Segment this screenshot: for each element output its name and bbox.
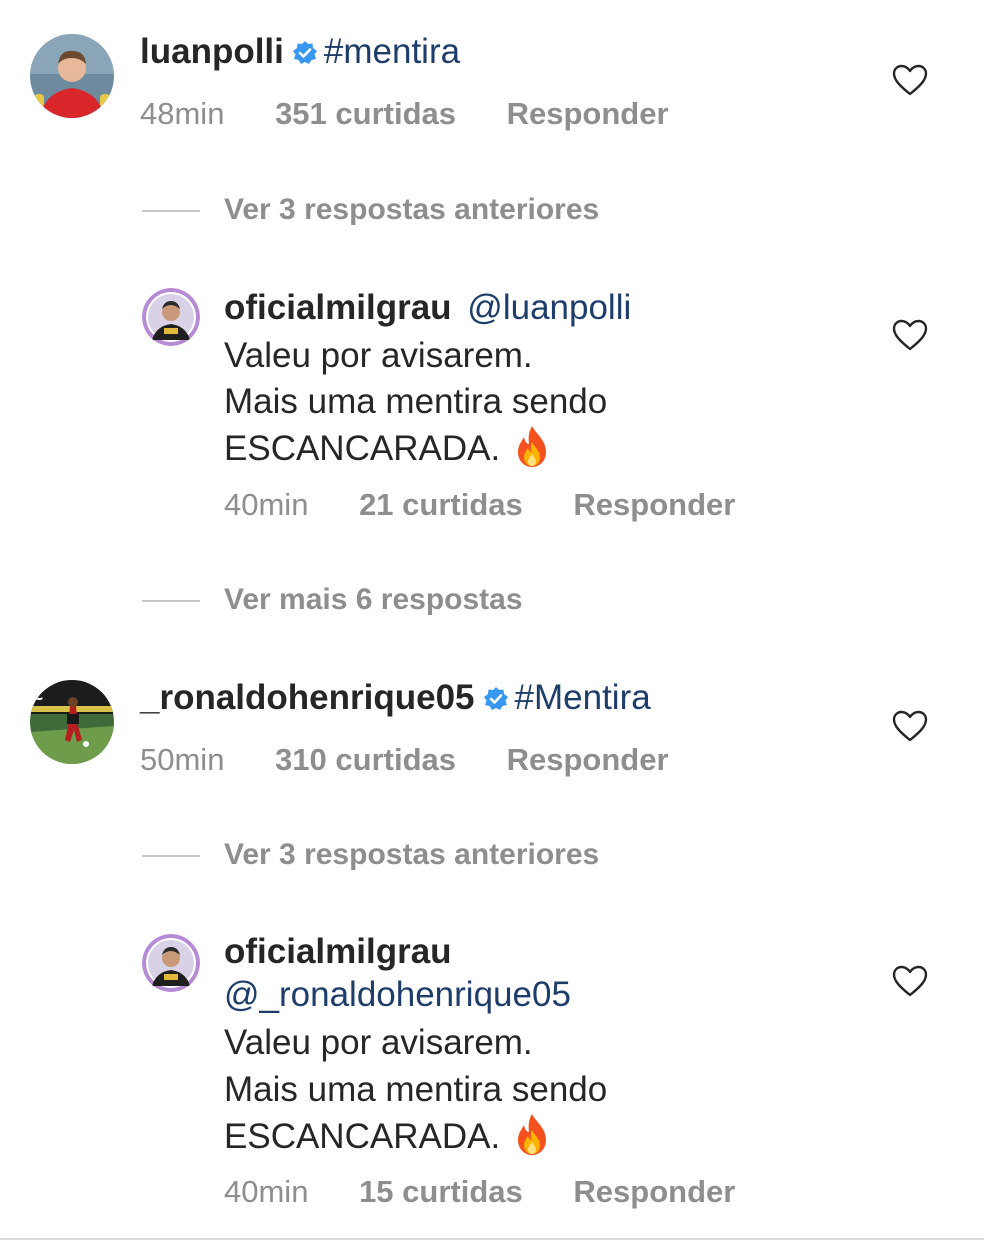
comment-header: luanpolli #mentira [140, 32, 460, 75]
view-more-replies[interactable]: Ver mais 6 respostas [142, 582, 523, 618]
view-replies-label: Ver 3 respostas anteriores [224, 838, 600, 871]
likes-count[interactable]: 310 curtidas [275, 742, 456, 778]
divider [142, 600, 200, 603]
svg-text:C: C [33, 688, 43, 704]
reply-text-line: Valeu por avisarem. [224, 1023, 533, 1062]
view-previous-replies[interactable]: Ver 3 respostas anteriores [142, 192, 599, 228]
comment-meta: 50min 310 curtidas Responder [140, 742, 669, 778]
view-previous-replies[interactable]: Ver 3 respostas anteriores [142, 837, 599, 873]
reply-username-text[interactable]: oficialmilgrau [224, 932, 452, 971]
reply-button[interactable]: Responder [507, 742, 669, 778]
divider [142, 855, 200, 858]
reply-button[interactable]: Responder [573, 1174, 735, 1210]
divider [142, 210, 200, 213]
like-heart-icon[interactable] [892, 710, 928, 742]
comment-hashtag[interactable]: #mentira [324, 32, 460, 71]
reply-meta: 40min 15 curtidas Responder [224, 1174, 735, 1210]
comment-time: 48min [140, 96, 225, 131]
verified-badge-icon [292, 35, 318, 75]
reply-username[interactable]: oficialmilgrau [224, 288, 452, 327]
reply-mention[interactable]: @_ronaldohenrique05 [224, 975, 571, 1015]
reply-button[interactable]: Responder [507, 96, 669, 132]
fire-icon [514, 1112, 550, 1165]
reply-text-line: Mais uma mentira sendo [224, 382, 608, 421]
comment-time: 50min [140, 742, 225, 777]
reply-text: ESCANCARADA. [224, 1117, 501, 1156]
username[interactable]: _ronaldohenrique05 [140, 678, 475, 717]
view-more-label: Ver mais 6 respostas [224, 583, 523, 616]
reply-text-line: Valeu por avisarem. [224, 336, 533, 375]
reply-time: 40min [224, 487, 309, 522]
avatar-luanpolli[interactable] [30, 34, 114, 118]
like-heart-icon[interactable] [892, 319, 928, 351]
likes-count[interactable]: 351 curtidas [275, 96, 456, 132]
view-replies-label: Ver 3 respostas anteriores [224, 193, 600, 226]
bottom-divider [0, 1238, 984, 1240]
avatar-oficialmilgrau[interactable] [142, 288, 200, 346]
reply-meta: 40min 21 curtidas Responder [224, 487, 735, 523]
likes-count[interactable]: 15 curtidas [359, 1174, 523, 1210]
reply-text: ESCANCARADA. [224, 429, 501, 468]
reply-text-line: ESCANCARADA. [224, 1112, 550, 1165]
reply-header: oficialmilgrau @luanpolli [224, 288, 631, 328]
avatar-oficialmilgrau[interactable] [142, 934, 200, 992]
like-heart-icon[interactable] [892, 965, 928, 997]
reply-mention[interactable]: @luanpolli [467, 288, 631, 327]
comment-header: _ronaldohenrique05 #Mentira [140, 678, 651, 721]
comment-hashtag[interactable]: #Mentira [515, 678, 651, 717]
fire-icon [514, 424, 550, 477]
reply-username: oficialmilgrau [224, 932, 452, 972]
avatar-ronaldohenrique05[interactable]: C [30, 680, 114, 764]
reply-button[interactable]: Responder [573, 487, 735, 523]
verified-badge-icon [483, 681, 509, 721]
reply-time: 40min [224, 1174, 309, 1209]
username[interactable]: luanpolli [140, 32, 284, 71]
reply-text-line: Mais uma mentira sendo [224, 1070, 608, 1109]
reply-text-line: ESCANCARADA. [224, 424, 550, 477]
likes-count[interactable]: 21 curtidas [359, 487, 523, 523]
like-heart-icon[interactable] [892, 64, 928, 96]
comment-meta: 48min 351 curtidas Responder [140, 96, 669, 132]
